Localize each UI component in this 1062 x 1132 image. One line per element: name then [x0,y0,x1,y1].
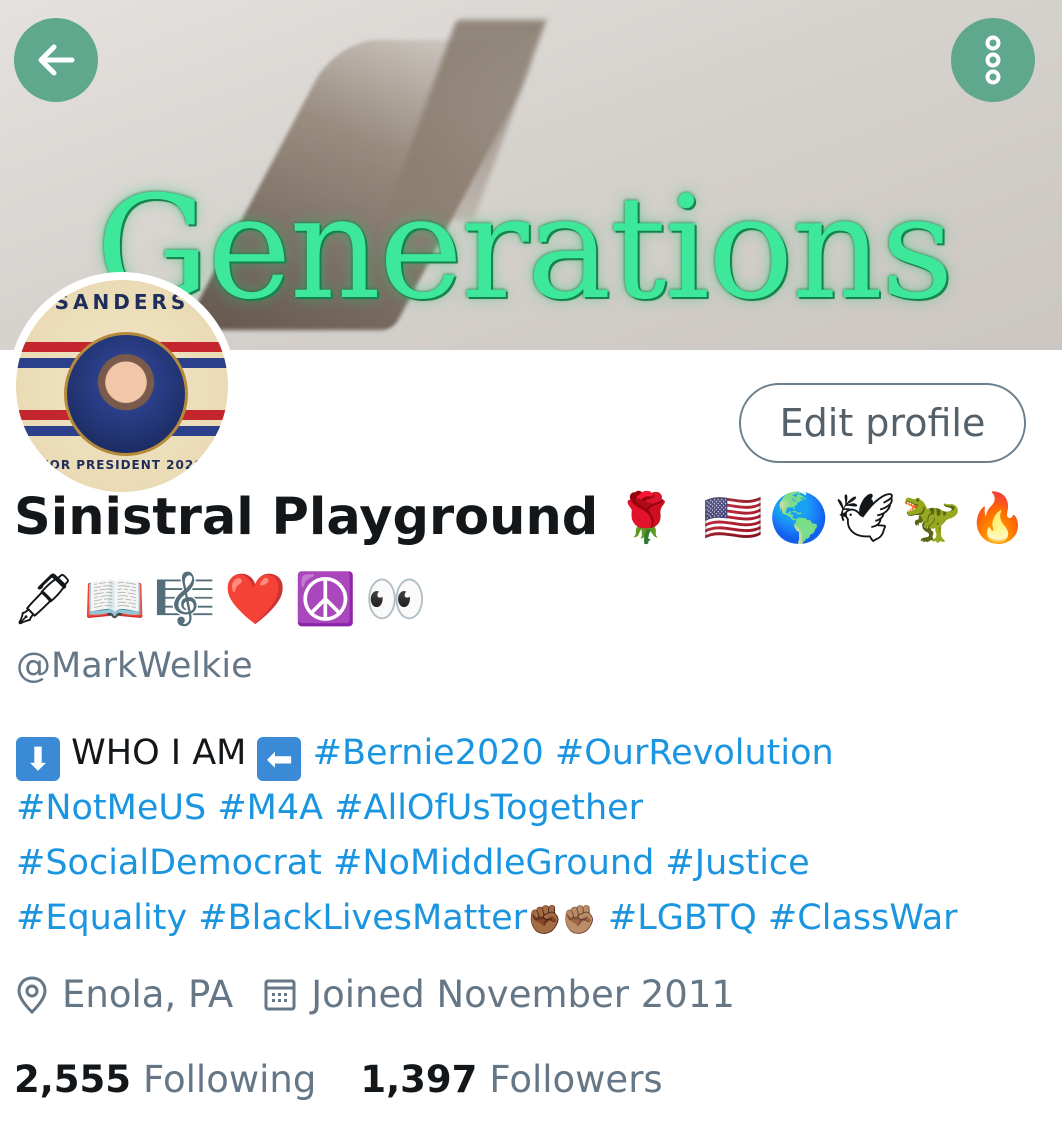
down-arrow-emoji: ⬇ [16,737,60,781]
avatar-bottom-text: FOR PRESIDENT 2020 [40,458,204,472]
display-name-emojis-line2: 🖋📖🎼❤️☮️👀 [12,570,435,628]
left-arrow-emoji: ⬅ [257,737,302,781]
campaign-button-image: SANDERS FOR PRESIDENT 2020 [16,280,228,492]
joined-text: Joined November 2011 [311,973,735,1016]
profile-meta: Enola, PA Joined November 2011 [16,973,765,1016]
following-link[interactable]: 2,555 Following [14,1058,316,1101]
location-pin-icon [17,975,47,1014]
calendar-icon [264,979,296,1010]
display-name: Sinistral Playground 🌹 🇺🇸🌎🕊🦖🔥 [14,488,1054,548]
followers-label: Followers [489,1058,663,1101]
raised-fists-emoji: ✊🏾✊🏽 [527,903,597,936]
profile-avatar[interactable]: SANDERS FOR PRESIDENT 2020 [8,272,236,500]
more-vertical-icon [985,35,1001,85]
back-button[interactable] [14,18,98,102]
following-label: Following [143,1058,317,1101]
back-arrow-icon [38,44,75,76]
who-i-am-text: WHO I AM [71,733,247,773]
join-date: Joined November 2011 [263,973,735,1016]
hashtag-links[interactable]: #SocialDemocrat #NoMiddleGround #Justice [16,836,1046,891]
hashtag-links[interactable]: #LGBTQ #ClassWar [608,898,958,938]
avatar-top-text: SANDERS [54,290,190,314]
avatar-portrait [64,332,188,456]
bio-line: ⬇ WHO I AM ⬅ #Bernie2020 #OurRevolution [16,726,1046,781]
hashtag-links[interactable]: #Equality #BlackLivesMatter [16,898,527,938]
location: Enola, PA [16,973,233,1016]
more-options-button[interactable] [951,18,1035,102]
hashtag-links[interactable]: #NotMeUS #M4A #AllOfUsTogether [16,781,1046,836]
profile-bio: ⬇ WHO I AM ⬅ #Bernie2020 #OurRevolution … [16,726,1046,947]
display-name-emojis: 🌹 🇺🇸🌎🕊🦖🔥 [616,490,1034,546]
followers-count: 1,397 [360,1058,478,1101]
edit-profile-button[interactable]: Edit profile [739,383,1026,463]
location-text: Enola, PA [62,973,234,1016]
display-name-text: Sinistral Playground [14,488,599,547]
bio-line: #Equality #BlackLivesMatter✊🏾✊🏽 #LGBTQ #… [16,891,1046,947]
follow-stats: 2,555 Following 1,397 Followers [14,1058,707,1101]
followers-link[interactable]: 1,397 Followers [360,1058,662,1101]
user-handle: @MarkWelkie [16,646,253,686]
following-count: 2,555 [14,1058,132,1101]
hashtag-links[interactable]: #Bernie2020 #OurRevolution [313,733,834,773]
